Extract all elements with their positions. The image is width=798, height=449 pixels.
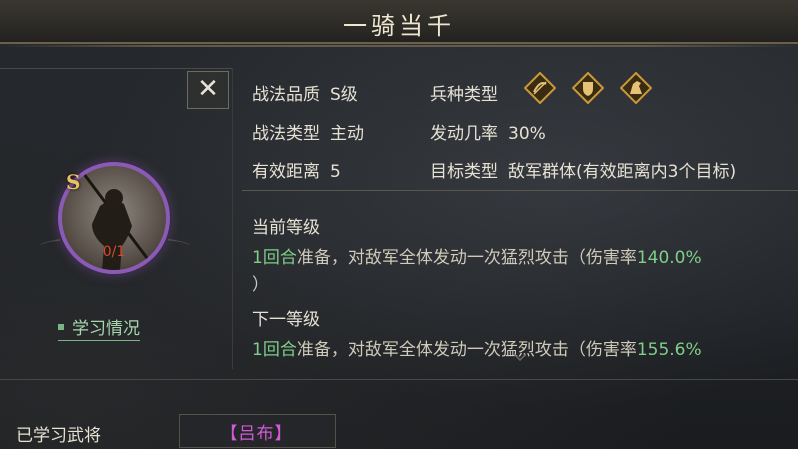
target-value: 敌军群体(有效距离内3个目标)	[508, 162, 737, 182]
next-level-title: 下一等级	[252, 310, 320, 330]
quality-value: S级	[330, 85, 358, 105]
close-button[interactable]: ✕	[187, 71, 229, 109]
grade-badge: S	[66, 170, 81, 194]
rate-value: 30%	[508, 124, 546, 144]
cavalry-icon	[620, 72, 652, 104]
troop-row: 兵种类型	[430, 80, 498, 105]
target-label: 目标类型	[430, 162, 498, 182]
range-label: 有效距离	[252, 162, 320, 182]
shield-icon	[572, 72, 604, 104]
range-value: 5	[330, 162, 341, 182]
quality-label: 战法品质	[252, 85, 320, 105]
next-prep-rounds: 1回合	[252, 340, 297, 360]
next-damage-rate: 155.6%	[636, 340, 702, 360]
title-bar: 一骑当千	[0, 0, 798, 47]
current-damage-rate: 140.0%	[636, 248, 702, 268]
troop-label: 兵种类型	[430, 85, 498, 105]
next-effect-text: 准备，对敌军全体发动一次猛烈攻击（伤害率	[296, 340, 637, 360]
target-row: 目标类型 敌军群体(有效距离内3个目标)	[430, 157, 736, 182]
bullet-icon	[58, 324, 64, 330]
bottom-divider	[0, 379, 798, 380]
archer-icon	[524, 72, 556, 104]
divider	[242, 190, 798, 191]
next-level-desc: 1回合准备，对敌军全体发动一次猛烈攻击（伤害率155.6%	[252, 335, 702, 360]
scroll-down-chevron-icon[interactable]	[513, 353, 527, 361]
range-row: 有效距离 5	[252, 157, 341, 182]
close-icon: ✕	[197, 74, 219, 104]
current-effect-text: 准备，对敌军全体发动一次猛烈攻击（伤害率	[296, 248, 637, 268]
current-level-title: 当前等级	[252, 218, 320, 238]
learn-progress: 0/1	[102, 244, 126, 260]
learn-status-label: 学习情况	[72, 319, 140, 339]
rate-label: 发动几率	[430, 124, 498, 144]
current-level-desc: 1回合准备，对敌军全体发动一次猛烈攻击（伤害率140.0%	[252, 243, 702, 268]
current-prep-rounds: 1回合	[252, 248, 297, 268]
learned-generals-label: 已学习武将	[16, 426, 101, 446]
quality-row: 战法品质 S级	[252, 80, 358, 105]
rate-row: 发动几率 30%	[430, 119, 546, 144]
type-label: 战法类型	[252, 124, 320, 144]
learn-status-link[interactable]: 学习情况	[58, 314, 140, 341]
type-value: 主动	[330, 124, 364, 144]
skill-title: 一骑当千	[343, 12, 455, 40]
learned-general-name[interactable]: 【吕布】	[179, 419, 334, 444]
type-row: 战法类型 主动	[252, 119, 364, 144]
current-desc-tail: ）	[252, 275, 269, 295]
